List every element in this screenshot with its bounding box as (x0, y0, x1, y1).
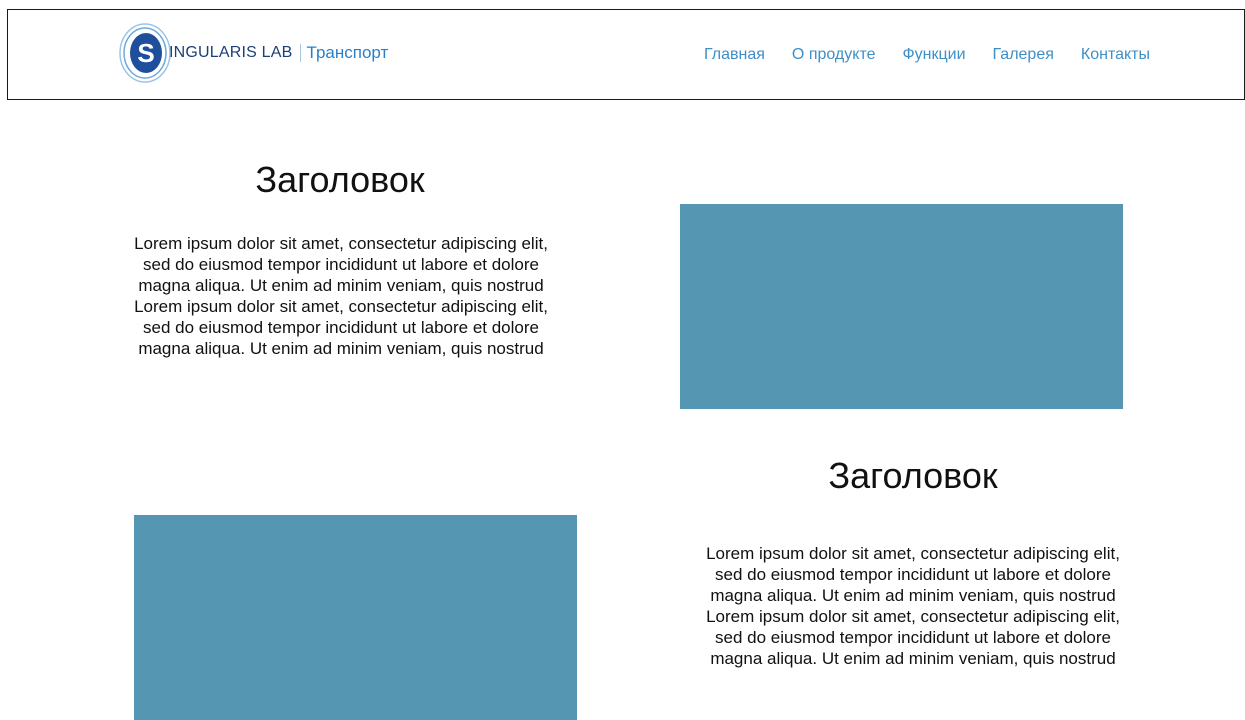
product-name: Транспорт (306, 43, 389, 62)
logo-letter: S (137, 38, 154, 68)
section-2-image-placeholder (134, 515, 577, 720)
nav-link-home[interactable]: Главная (704, 46, 765, 64)
brand-logo[interactable]: S INGULARIS LAB Транспорт (118, 22, 388, 84)
site-header: S INGULARIS LAB Транспорт Главная О прод… (7, 9, 1245, 100)
section-2-text: Lorem ipsum dolor sit amet, consectetur … (706, 544, 1120, 668)
section-1-title: Заголовок (255, 159, 425, 200)
brand-name: INGULARIS LAB (169, 44, 293, 61)
section-1-text: Lorem ipsum dolor sit amet, consectetur … (134, 234, 548, 358)
nav-link-contacts[interactable]: Контакты (1081, 46, 1150, 64)
singularis-logo-icon: S (119, 23, 171, 83)
section-2-title: Заголовок (828, 455, 998, 496)
section-1-image-placeholder (680, 204, 1123, 409)
nav-link-features[interactable]: Функции (902, 46, 965, 64)
brand-separator (299, 44, 301, 62)
nav-link-about-product[interactable]: О продукте (792, 46, 876, 64)
nav-link-gallery[interactable]: Галерея (993, 46, 1054, 64)
main-nav: Главная О продукте Функции Галерея Конта… (704, 46, 1150, 64)
